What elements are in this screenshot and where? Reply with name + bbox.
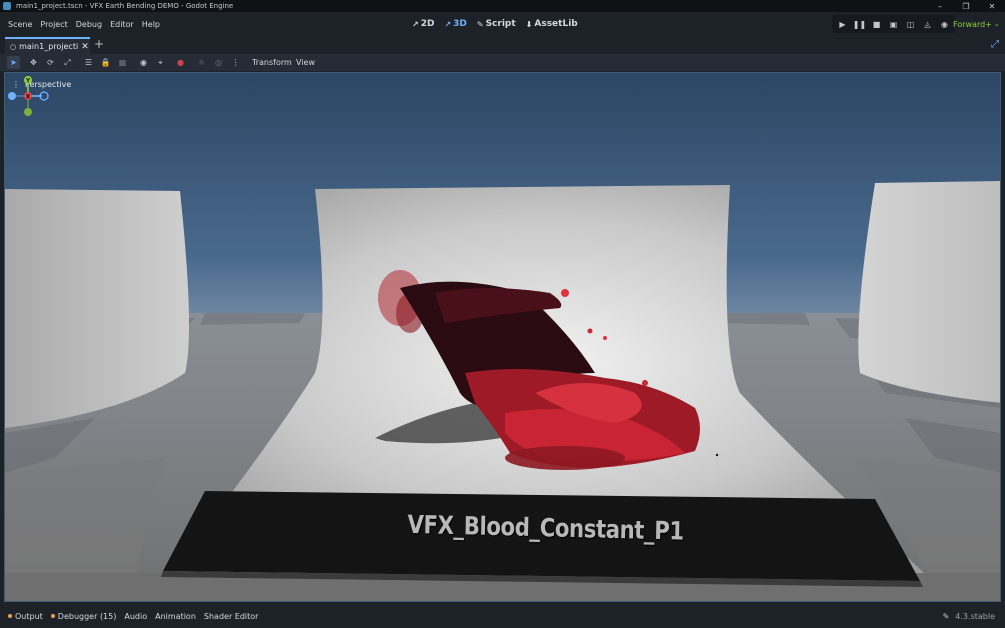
renderer-select[interactable]: Forward+ ⌄ <box>953 12 1000 36</box>
sun-icon[interactable]: ☼ <box>195 56 208 69</box>
version-label[interactable]: 4.3.stable <box>955 612 995 621</box>
camera-preview-icon[interactable]: ● <box>174 56 187 69</box>
scene-root-icon: ○ <box>10 42 17 51</box>
debugger-tab[interactable]: Debugger (15) <box>50 612 116 621</box>
output-tab[interactable]: Output <box>8 612 43 621</box>
pin-icon[interactable]: ✎ <box>943 612 950 621</box>
menu-editor[interactable]: Editor <box>106 20 138 29</box>
movie-maker-icon[interactable]: ◉ <box>936 15 953 33</box>
remote-debug-icon[interactable]: ▣ <box>885 15 902 33</box>
tab-main1-project[interactable]: ○ main1_projecti ✕ <box>5 37 90 54</box>
environment-icon[interactable]: ◎ <box>212 56 225 69</box>
select-tool-icon[interactable]: ➤ <box>7 56 20 69</box>
title-bar: main1_project.tscn - VFX Earth Bending D… <box>0 0 1005 12</box>
local-space-icon[interactable]: ◉ <box>137 56 150 69</box>
play-custom-scene-icon[interactable]: ◬ <box>919 15 936 33</box>
menu-scene[interactable]: Scene <box>4 20 36 29</box>
tab-label: main1_projecti <box>19 42 79 51</box>
close-tab-icon[interactable]: ✕ <box>81 42 89 52</box>
menu-bar: Scene Project Debug Editor Help ↗ 2D ↗ 3D … <box>0 12 1005 36</box>
stop-icon[interactable]: ■ <box>868 15 885 33</box>
menu-debug[interactable]: Debug <box>72 20 106 29</box>
window-controls: – ❐ ✕ <box>927 0 1005 12</box>
move-tool-icon[interactable]: ✥ <box>27 56 40 69</box>
main-screen-switcher: ↗ 2D ↗ 3D ✎ Script ⬇ AssetLib <box>412 12 578 36</box>
more-options-icon[interactable]: ⋮ <box>229 56 242 69</box>
view-gizmo[interactable]: Y X <box>5 73 51 119</box>
restore-icon[interactable]: ❐ <box>953 0 979 12</box>
pause-icon[interactable]: ❚❚ <box>851 15 868 33</box>
script-icon: ✎ <box>476 19 484 29</box>
mode-script-button[interactable]: ✎ Script <box>477 19 516 29</box>
close-icon[interactable]: ✕ <box>979 0 1005 12</box>
viewport-toolbar: ➤ ✥ ⟳ ⤢ ☰ 🔒 ▦ ◉ ⌖ ● ☼ ◎ ⋮ Transform View <box>0 54 1005 71</box>
lock-icon[interactable]: 🔒 <box>99 56 112 69</box>
warning-dot-icon <box>50 614 55 618</box>
3d-viewport[interactable]: ⋮ Perspective Y X VFX_Blood_Constant_P1 <box>4 72 1001 602</box>
neg-y-axis-handle[interactable] <box>24 108 32 116</box>
warning-dot-icon <box>8 614 12 618</box>
transform-menu[interactable]: Transform <box>252 56 292 69</box>
plus-icon[interactable]: + <box>94 37 104 51</box>
play-scene-icon[interactable]: ◫ <box>902 15 919 33</box>
mode-3d-button[interactable]: ↗ 3D <box>444 19 466 29</box>
bottom-panel: Output Debugger (15) Audio Animation Sha… <box>0 604 1005 628</box>
godot-logo-icon <box>3 2 11 10</box>
scene-tabs: ○ main1_projecti ✕ + ⤢ <box>0 36 1005 54</box>
scale-tool-icon[interactable]: ⤢ <box>61 56 74 69</box>
y-axis-label: Y <box>25 78 31 85</box>
view-menu[interactable]: View <box>296 56 315 69</box>
version-info: ✎ 4.3.stable <box>943 604 995 628</box>
list-select-icon[interactable]: ☰ <box>82 56 95 69</box>
chevron-down-icon: ⌄ <box>993 20 1000 28</box>
mode-2d-button[interactable]: ↗ 2D <box>412 19 434 29</box>
3d-icon: ↗ <box>444 19 452 29</box>
menu-project[interactable]: Project <box>36 20 71 29</box>
rotate-tool-icon[interactable]: ⟳ <box>44 56 57 69</box>
distraction-free-icon[interactable]: ⤢ <box>991 39 999 50</box>
bottom-tabs: Output Debugger (15) Audio Animation Sha… <box>0 612 258 621</box>
mode-assetlib-button[interactable]: ⬇ AssetLib <box>526 19 578 29</box>
neg-z-axis-handle[interactable] <box>8 92 16 100</box>
x-axis-label: X <box>26 94 31 101</box>
animation-tab[interactable]: Animation <box>155 612 196 621</box>
menu-help[interactable]: Help <box>138 20 164 29</box>
main-menu: Scene Project Debug Editor Help <box>4 12 164 36</box>
snap-icon[interactable]: ⌖ <box>154 56 167 69</box>
assetlib-icon: ⬇ <box>525 19 533 29</box>
minimize-icon[interactable]: – <box>927 0 953 12</box>
shader-editor-tab[interactable]: Shader Editor <box>204 612 259 621</box>
run-controls: ▶ ❚❚ ■ ▣ ◫ ◬ ◉ <box>832 15 955 33</box>
audio-tab[interactable]: Audio <box>124 612 147 621</box>
play-icon[interactable]: ▶ <box>834 15 851 33</box>
2d-icon: ↗ <box>412 19 419 29</box>
group-icon[interactable]: ▦ <box>116 56 129 69</box>
window-title: main1_project.tscn - VFX Earth Bending D… <box>16 2 234 10</box>
